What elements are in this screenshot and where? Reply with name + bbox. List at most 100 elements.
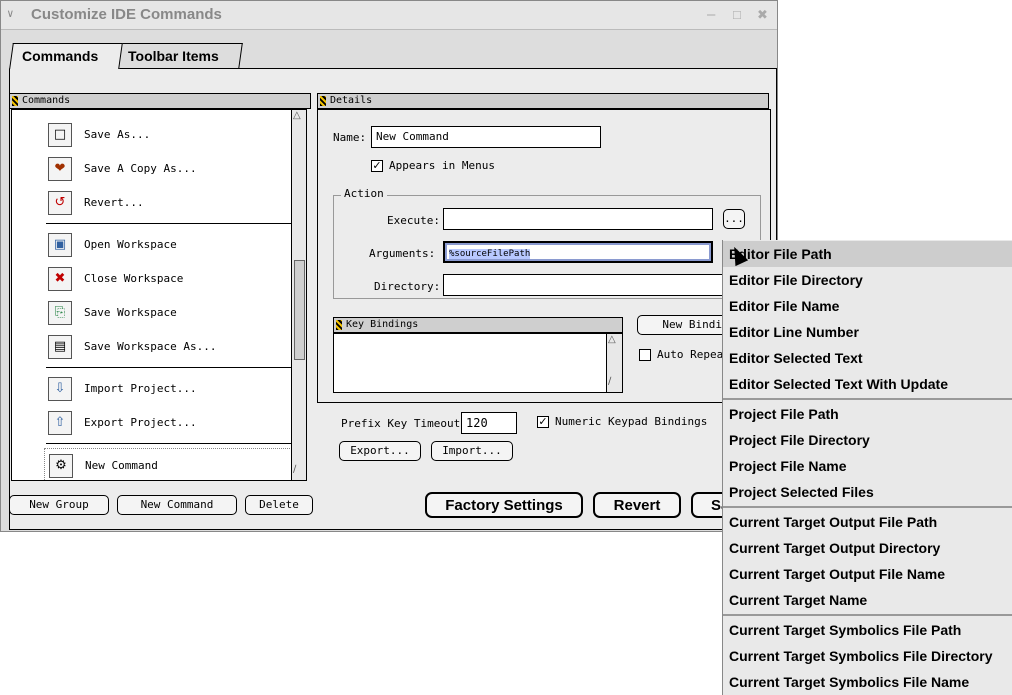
auto-repeat-checkbox[interactable] xyxy=(639,349,651,361)
customize-ide-commands-window: ∨ Customize IDE Commands ‒ □ ✖ Commands … xyxy=(0,0,778,532)
browse-button[interactable]: ... xyxy=(723,209,745,229)
numeric-keypad-checkbox[interactable]: ✓ xyxy=(537,416,549,428)
menu-separator xyxy=(723,614,1012,616)
numeric-keypad-label: Numeric Keypad Bindings xyxy=(555,415,708,428)
commands-header-label: Commands xyxy=(22,95,71,106)
group-separator xyxy=(46,367,292,368)
name-field[interactable]: New Command xyxy=(371,126,601,148)
close-icon[interactable]: ✖ xyxy=(757,7,768,23)
menu-item-target-output-file-path[interactable]: Current Target Output File Path xyxy=(723,509,1012,535)
menu-item-editor-line-number[interactable]: Editor Line Number xyxy=(723,319,1012,345)
key-bindings-header: Key Bindings xyxy=(333,317,623,333)
import-button[interactable]: Import... xyxy=(431,441,513,461)
scroll-up-arrow-icon[interactable]: △ xyxy=(293,110,301,121)
menu-item-editor-file-name[interactable]: Editor File Name xyxy=(723,293,1012,319)
menu-item-editor-selected-text[interactable]: Editor Selected Text xyxy=(723,345,1012,371)
list-item[interactable]: ⇧ Export Project... xyxy=(12,406,292,440)
menu-item-editor-file-path[interactable]: Editor File Path xyxy=(723,241,1012,267)
list-item[interactable]: ▤ Save Workspace As... xyxy=(12,330,292,364)
arguments-field[interactable]: %sourceFilePath xyxy=(443,241,713,263)
scroll-up-arrow-icon[interactable]: △ xyxy=(608,334,616,345)
tab-toolbar-items-label: Toolbar Items xyxy=(128,48,219,64)
action-legend: Action xyxy=(341,187,387,200)
details-header-label: Details xyxy=(330,95,373,106)
list-item[interactable]: ❤ Save A Copy As... xyxy=(12,152,292,186)
new-command-button[interactable]: New Command xyxy=(117,495,237,515)
list-item[interactable]: ⎘ Save Workspace xyxy=(12,296,292,330)
title-bar[interactable]: ∨ Customize IDE Commands ‒ □ ✖ xyxy=(1,1,777,30)
scroll-thumb[interactable] xyxy=(294,260,305,360)
commands-scrollbar[interactable]: △ ∕ xyxy=(291,110,306,480)
grip-icon xyxy=(12,96,18,106)
group-separator xyxy=(46,223,292,224)
import-project-icon: ⇩ xyxy=(48,377,72,401)
minimize-icon[interactable]: ‒ xyxy=(707,6,715,23)
list-item-label: Import Project... xyxy=(84,382,197,395)
delete-button[interactable]: Delete xyxy=(245,495,313,515)
export-button[interactable]: Export... xyxy=(339,441,421,461)
menu-item-project-file-name[interactable]: Project File Name xyxy=(723,453,1012,479)
menu-item-project-selected-files[interactable]: Project Selected Files xyxy=(723,479,1012,505)
list-item-label: Save A Copy As... xyxy=(84,162,197,175)
commands-list[interactable]: □ Save As... ❤ Save A Copy As... ↺ Rever… xyxy=(11,109,307,481)
name-label: Name: xyxy=(333,131,367,144)
list-item[interactable]: ⇩ Import Project... xyxy=(12,372,292,406)
menu-item-project-file-path[interactable]: Project File Path xyxy=(723,401,1012,427)
menu-item-target-symbolics-file-directory[interactable]: Current Target Symbolics File Directory xyxy=(723,643,1012,669)
tab-commands-label: Commands xyxy=(22,48,99,64)
menu-item-project-file-directory[interactable]: Project File Directory xyxy=(723,427,1012,453)
menu-item-target-output-file-name[interactable]: Current Target Output File Name xyxy=(723,561,1012,587)
list-item[interactable]: ↺ Revert... xyxy=(12,186,292,220)
revert-button[interactable]: Revert xyxy=(593,492,681,518)
list-item-selected[interactable]: ⚙ New Command xyxy=(44,448,292,480)
export-project-icon: ⇧ xyxy=(48,411,72,435)
directory-field[interactable] xyxy=(443,274,723,296)
list-item[interactable]: ✖ Close Workspace xyxy=(12,262,292,296)
key-bindings-list[interactable]: △ ∕ xyxy=(333,333,623,393)
factory-settings-button[interactable]: Factory Settings xyxy=(425,492,583,518)
details-header: Details xyxy=(317,93,769,109)
new-group-button[interactable]: New Group xyxy=(9,495,109,515)
gear-icon: ⚙ xyxy=(49,454,73,478)
commands-header: Commands xyxy=(9,93,311,109)
prefix-key-timeout-field[interactable]: 120 xyxy=(461,412,517,434)
menu-item-editor-selected-text-with-update[interactable]: Editor Selected Text With Update xyxy=(723,371,1012,397)
arguments-label: Arguments: xyxy=(369,247,436,260)
scroll-resize-icon[interactable]: ∕ xyxy=(293,464,296,475)
save-as-icon: □ xyxy=(48,123,72,147)
directory-label: Directory: xyxy=(374,280,441,293)
execute-field[interactable] xyxy=(443,208,713,230)
list-item-label: Close Workspace xyxy=(84,272,184,285)
open-workspace-icon: ▣ xyxy=(48,233,72,257)
group-separator xyxy=(46,443,292,444)
scroll-resize-icon[interactable]: ∕ xyxy=(608,376,611,387)
revert-icon: ↺ xyxy=(48,191,72,215)
key-bindings-scrollbar[interactable]: △ ∕ xyxy=(606,334,622,392)
menu-item-target-name[interactable]: Current Target Name xyxy=(723,587,1012,613)
execute-label: Execute: xyxy=(387,214,440,227)
grip-icon xyxy=(336,320,342,330)
key-bindings-header-label: Key Bindings xyxy=(346,319,419,330)
arguments-popup-menu: Editor File Path Editor File Directory E… xyxy=(722,240,1012,695)
appears-in-menus-checkbox[interactable]: ✓ xyxy=(371,160,383,172)
appears-in-menus-label: Appears in Menus xyxy=(389,159,495,172)
collapse-icon[interactable]: ∨ xyxy=(7,7,14,20)
menu-item-editor-file-directory[interactable]: Editor File Directory xyxy=(723,267,1012,293)
tab-toolbar-items[interactable]: Toolbar Items xyxy=(115,43,243,69)
tab-commands[interactable]: Commands xyxy=(9,43,123,69)
menu-separator xyxy=(723,398,1012,400)
list-item-label: New Command xyxy=(85,459,158,472)
list-item[interactable]: □ Save As... xyxy=(12,118,292,152)
list-item[interactable]: ▣ Open Workspace xyxy=(12,228,292,262)
menu-separator xyxy=(723,506,1012,508)
zoom-icon[interactable]: □ xyxy=(733,7,741,22)
menu-item-target-symbolics-file-name[interactable]: Current Target Symbolics File Name xyxy=(723,669,1012,695)
menu-item-target-symbolics-file-path[interactable]: Current Target Symbolics File Path xyxy=(723,617,1012,643)
menu-item-target-output-directory[interactable]: Current Target Output Directory xyxy=(723,535,1012,561)
close-workspace-icon: ✖ xyxy=(48,267,72,291)
auto-repeat-label: Auto Repea xyxy=(657,348,724,361)
list-item-label: Save Workspace As... xyxy=(84,340,217,353)
prefix-key-timeout-label: Prefix Key Timeout: xyxy=(341,417,467,430)
arguments-value: %sourceFilePath xyxy=(449,249,531,259)
new-binding-button[interactable]: New Bindi xyxy=(637,315,727,335)
